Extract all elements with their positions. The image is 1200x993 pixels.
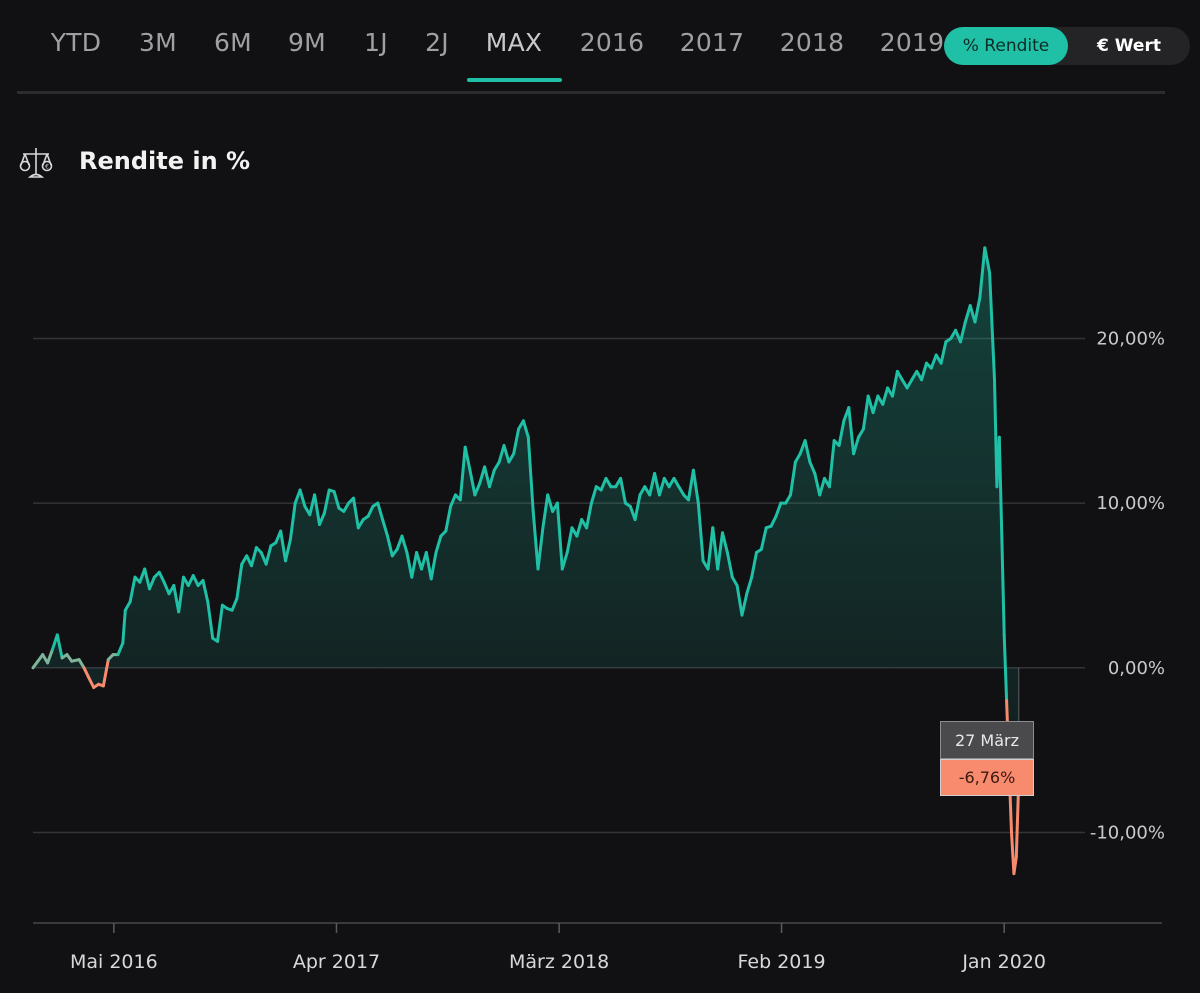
return-line-segment — [1002, 633, 1009, 703]
y-tick-label: 10,00% — [1096, 493, 1165, 514]
x-tick-label: Mai 2016 — [70, 951, 158, 973]
tooltip-value: -6,76% — [940, 759, 1034, 796]
return-area — [33, 247, 1019, 874]
x-tick-label: Jan 2020 — [961, 951, 1046, 973]
y-tick-label: 20,00% — [1096, 328, 1165, 349]
x-tick-label: März 2018 — [509, 951, 609, 973]
tooltip-date: 27 März — [940, 721, 1034, 759]
returns-chart: 20,00% 10,00% 0,00% -10,00% Mai 2016 Apr 2017… — [31, 246, 1165, 973]
y-tick-label: -10,00% — [1090, 822, 1165, 843]
x-tick-label: Feb 2019 — [738, 951, 826, 973]
y-tick-label: 0,00% — [1108, 658, 1165, 679]
x-tick-label: Apr 2017 — [293, 951, 380, 973]
